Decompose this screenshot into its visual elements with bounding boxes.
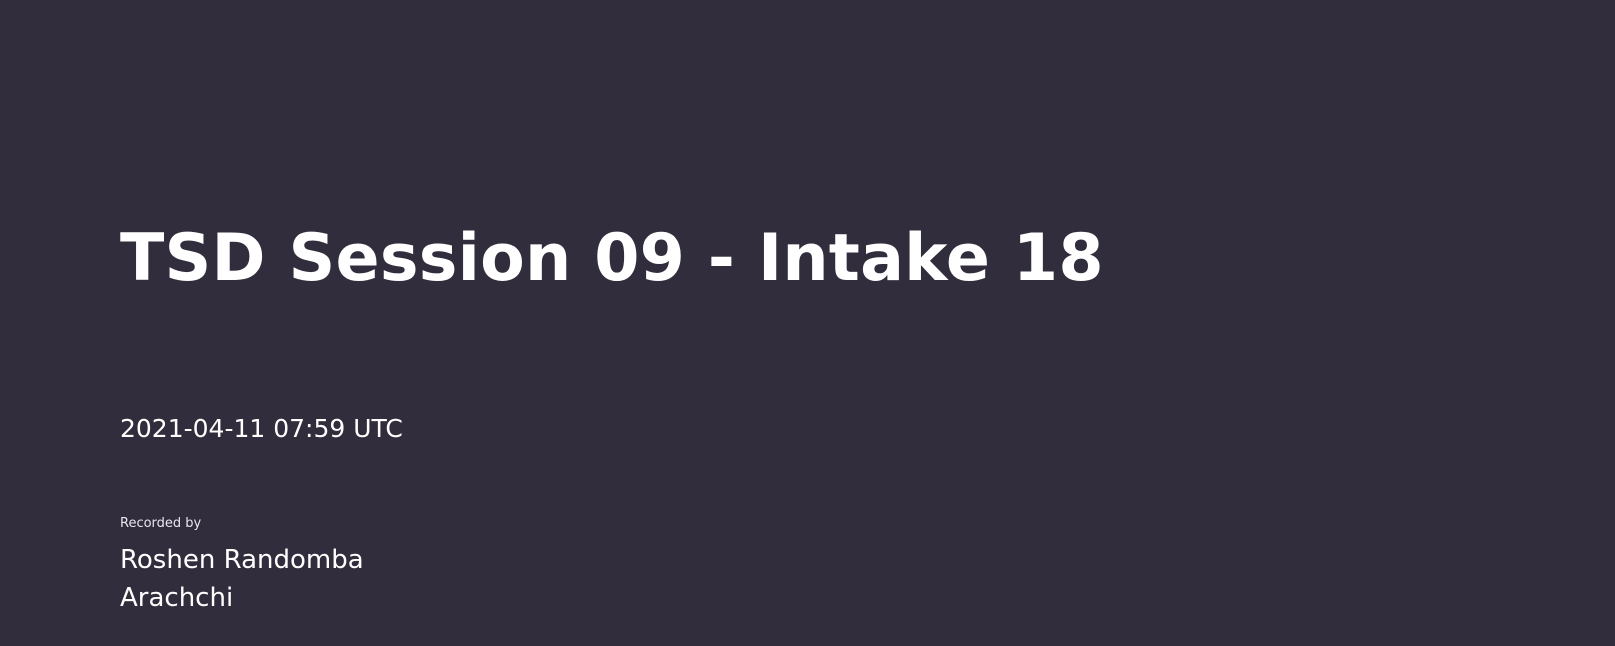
recording-title-card: TSD Session 09 - Intake 18 2021-04-11 07… [0, 0, 1615, 646]
recording-timestamp: 2021-04-11 07:59 UTC [120, 414, 403, 443]
recorder-name: Roshen Randomba Arachchi [120, 541, 420, 618]
session-title: TSD Session 09 - Intake 18 [120, 221, 1104, 296]
recorded-by-label: Recorded by [120, 516, 202, 531]
recorder-name-line-1: Roshen Randomba [120, 545, 364, 575]
recorder-name-line-2: Arachchi [120, 583, 234, 614]
